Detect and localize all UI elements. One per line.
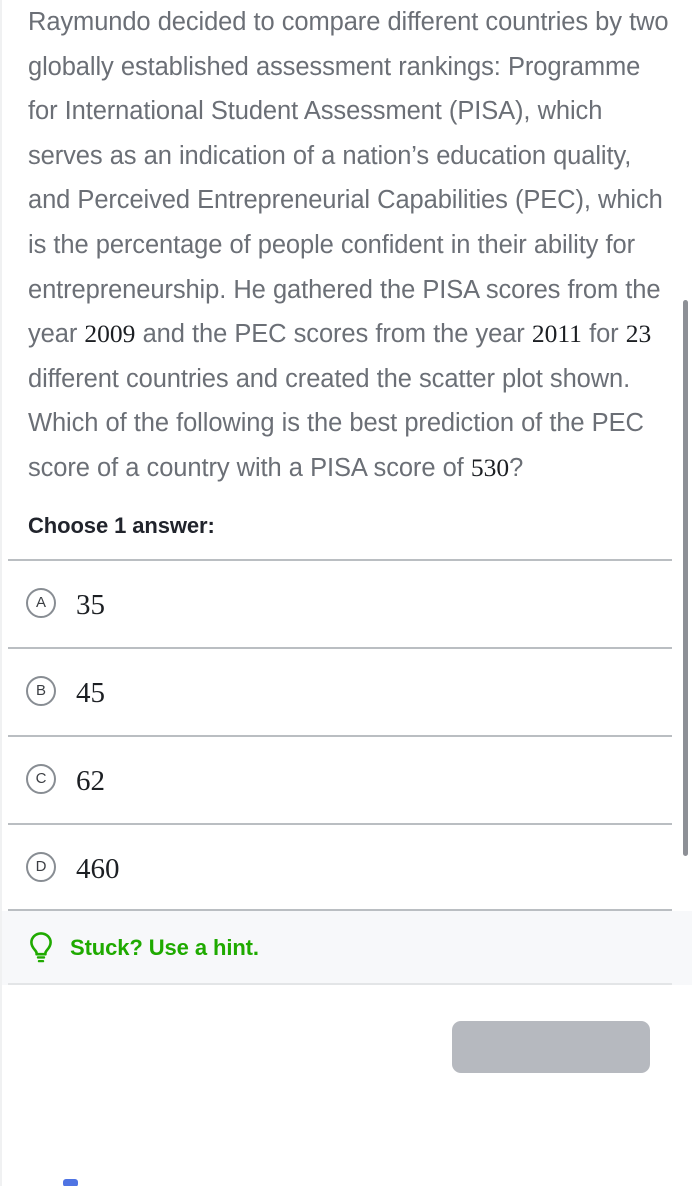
use-a-hint-button[interactable]: Stuck? Use a hint. (2, 910, 692, 985)
answer-choice-b[interactable]: B 45 (2, 646, 692, 735)
choice-value-d: 460 (76, 853, 120, 886)
math-number: 23 (625, 319, 652, 349)
choice-bubble-a[interactable]: A (26, 587, 56, 618)
choice-value-b: 45 (76, 677, 105, 710)
hint-label: Stuck? Use a hint. (70, 934, 259, 960)
exercise-frame: Raymundo decided to compare different co… (0, 0, 692, 1186)
question-stem: Raymundo decided to compare different co… (28, 8, 669, 482)
choice-bubble-c[interactable]: C (26, 763, 56, 794)
exercise-footer (2, 984, 692, 1111)
answer-choice-d[interactable]: D 460 (2, 822, 692, 911)
choice-value-c: 62 (76, 765, 105, 798)
lightbulb-icon (24, 928, 58, 968)
choice-bubble-b[interactable]: B (26, 675, 56, 706)
answer-choice-list: A 35 B 45 C 62 D 460 (2, 558, 692, 911)
choose-answer-header: Choose 1 answer: (28, 512, 215, 538)
math-number: 530 (470, 452, 510, 482)
choice-value-a: 35 (76, 589, 105, 622)
vertical-scrollbar[interactable] (683, 300, 688, 856)
answer-choice-c[interactable]: C 62 (2, 734, 692, 823)
math-number: 2011 (531, 319, 582, 349)
footer-progress-indicator (63, 1179, 78, 1186)
answer-choice-a[interactable]: A 35 (2, 558, 692, 647)
math-number: 2009 (84, 319, 136, 349)
check-answer-button[interactable] (452, 1020, 650, 1073)
choice-bubble-d[interactable]: D (26, 851, 56, 882)
